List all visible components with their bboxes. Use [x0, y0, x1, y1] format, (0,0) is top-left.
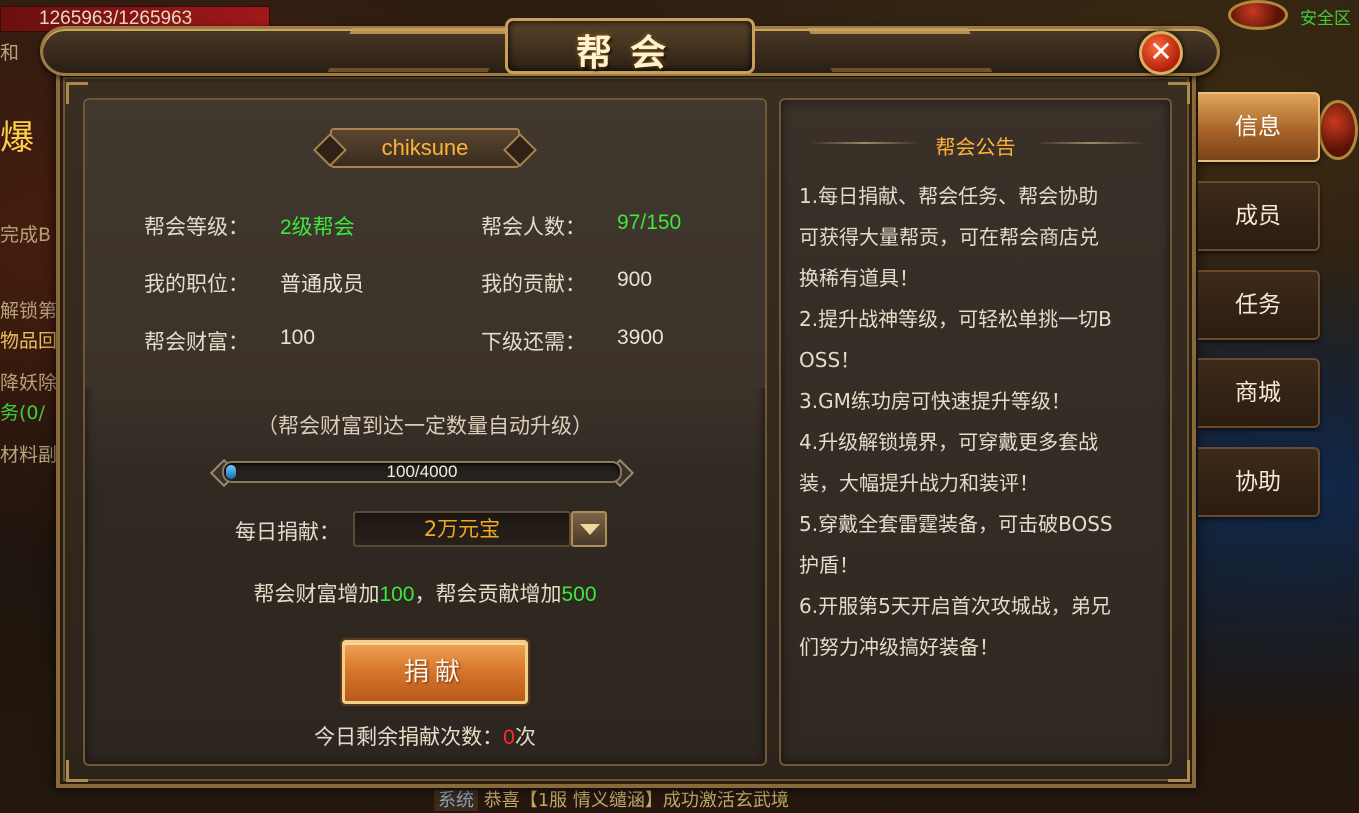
guild-level-label: 帮会等级： — [144, 215, 249, 239]
bg-text: 降妖除 — [0, 372, 58, 394]
bg-text: 物品回 — [0, 330, 58, 352]
dialog-title: 帮会 — [575, 33, 684, 74]
notice-content: 1.每日捐献、帮会任务、帮会协助 可获得大量帮贡，可在帮会商店兑 换稀有道具！ … — [799, 176, 1159, 668]
progress-text: 100/4000 — [386, 462, 458, 481]
notice-line: 护盾！ — [799, 553, 859, 577]
guild-level-value: 2级帮会 — [280, 216, 355, 239]
bonus-prefix: 帮会财富增加 — [253, 582, 380, 606]
chevron-down-icon[interactable] — [571, 511, 607, 547]
next-level-need-label: 下级还需： — [481, 330, 586, 354]
chat-line: 系统 恭喜【1服 情义缱涵】成功激活玄武境 — [434, 786, 789, 812]
notice-line: 可获得大量帮贡，可在帮会商店兑 — [799, 225, 1099, 249]
notice-line: 换稀有道具！ — [799, 266, 919, 290]
tab-info[interactable]: 信息 — [1198, 92, 1320, 162]
bg-text: 解锁第 — [0, 300, 58, 322]
skill-orb-icon — [1318, 100, 1358, 160]
notice-line: 2.提升战神等级，可轻松单挑一切B — [799, 307, 1112, 331]
notice-title: 帮会公告 — [935, 135, 1016, 159]
donate-bonus-text: 帮会财富增加100，帮会贡献增加500 — [83, 578, 767, 608]
guild-name: chiksune — [330, 128, 520, 168]
my-contribution-value: 900 — [617, 268, 653, 291]
tab-tasks[interactable]: 任务 — [1198, 270, 1320, 340]
remaining-donations-text: 今日剩余捐献次数：0次 — [83, 721, 767, 751]
member-count-value: 97/150 — [617, 211, 682, 234]
notice-line: OSS！ — [799, 348, 861, 372]
dragon-ornament-icon — [327, 28, 513, 72]
safe-zone-label: 安全区 — [1300, 9, 1351, 29]
next-level-need-value: 3900 — [617, 326, 664, 349]
remain-count: 0 — [503, 726, 515, 749]
bg-text: 材料副 — [0, 444, 58, 466]
notice-line: 4.升级解锁境界，可穿戴更多套战 — [799, 430, 1099, 454]
notice-line: 1.每日捐献、帮会任务、帮会协助 — [799, 184, 1099, 208]
bg-text: 完成B — [0, 224, 52, 246]
my-position-value: 普通成员 — [280, 273, 364, 296]
member-count-label: 帮会人数： — [481, 215, 586, 239]
donate-amount-select[interactable]: 2万元宝 — [353, 511, 571, 547]
upgrade-hint: （帮会财富到达一定数量自动升级） — [257, 414, 593, 438]
bonus-wealth-value: 100 — [379, 583, 415, 606]
my-position-label: 我的职位： — [144, 272, 249, 296]
notice-line: 们努力冲级搞好装备！ — [799, 635, 999, 659]
daily-donate-label: 每日捐献： — [235, 520, 340, 544]
dragon-ornament-icon — [807, 28, 993, 72]
remain-prefix: 今日剩余捐献次数： — [314, 725, 504, 749]
bonus-contrib-value: 500 — [561, 583, 597, 606]
bg-text: 爆 — [0, 118, 34, 158]
bg-text: 务(0/ — [0, 402, 45, 424]
chat-message: 恭喜【1服 情义缱涵】成功激活玄武境 — [483, 790, 789, 811]
bonus-mid: ，帮会贡献增加 — [414, 582, 562, 606]
guild-wealth-label: 帮会财富： — [144, 330, 249, 354]
wealth-progress-bar: 100/4000 — [222, 461, 622, 483]
chat-system-tag: 系统 — [434, 790, 478, 811]
skill-orb-icon — [1228, 0, 1288, 30]
close-icon: ✕ — [1149, 35, 1173, 68]
tab-shop[interactable]: 商城 — [1198, 358, 1320, 428]
frame-corner — [1168, 760, 1190, 782]
my-contribution-label: 我的贡献： — [481, 272, 586, 296]
notice-line: 5.穿戴全套雷霆装备，可击破BOSS — [799, 512, 1113, 536]
guild-wealth-value: 100 — [280, 326, 316, 349]
tab-members[interactable]: 成员 — [1198, 181, 1320, 251]
notice-line: 装，大幅提升战力和装评！ — [799, 471, 1039, 495]
notice-line: 3.GM练功房可快速提升等级！ — [799, 389, 1071, 413]
donate-button[interactable]: 捐献 — [342, 640, 528, 704]
notice-line: 6.开服第5天开启首次攻城战，弟兄 — [799, 594, 1111, 618]
close-button[interactable]: ✕ — [1139, 31, 1183, 75]
bg-text: 和 — [0, 42, 20, 64]
remain-suffix: 次 — [514, 725, 536, 749]
tab-assist[interactable]: 协助 — [1198, 447, 1320, 517]
